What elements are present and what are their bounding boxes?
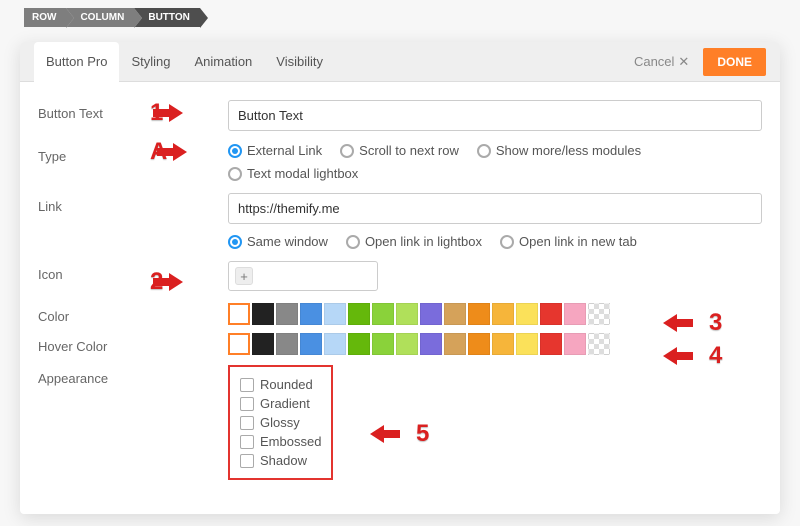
plus-icon: +	[235, 267, 253, 285]
tab-styling[interactable]: Styling	[119, 42, 182, 82]
color-swatch[interactable]	[300, 333, 322, 355]
done-button[interactable]: DONE	[703, 48, 766, 76]
color-swatch[interactable]	[228, 333, 250, 355]
check-label: Embossed	[260, 434, 321, 449]
color-swatch[interactable]	[468, 303, 490, 325]
check-glossy[interactable]: Glossy	[240, 413, 321, 432]
radio-icon	[228, 167, 242, 181]
crumb-row[interactable]: ROW	[24, 8, 66, 27]
radio-external-link[interactable]: External Link	[228, 143, 322, 158]
color-swatch[interactable]	[468, 333, 490, 355]
radio-label: Open link in new tab	[519, 234, 637, 249]
crumb-column[interactable]: COLUMN	[66, 8, 134, 27]
color-swatches	[228, 303, 762, 325]
color-swatch[interactable]	[252, 303, 274, 325]
hover-color-swatches	[228, 333, 762, 355]
panel-body: Button Text Type External Link Scroll to…	[20, 82, 780, 496]
radio-label: Text modal lightbox	[247, 166, 358, 181]
radio-lightbox[interactable]: Open link in lightbox	[346, 234, 482, 249]
label-appearance: Appearance	[38, 365, 228, 386]
radio-label: Show more/less modules	[496, 143, 641, 158]
color-swatch[interactable]	[444, 333, 466, 355]
close-icon: ✕	[678, 54, 689, 70]
check-label: Shadow	[260, 453, 307, 468]
color-swatch[interactable]	[324, 333, 346, 355]
radio-label: External Link	[247, 143, 322, 158]
radio-show-more[interactable]: Show more/less modules	[477, 143, 641, 158]
check-label: Glossy	[260, 415, 300, 430]
label-color: Color	[38, 303, 228, 324]
tab-animation[interactable]: Animation	[182, 42, 264, 82]
check-shadow[interactable]: Shadow	[240, 451, 321, 470]
color-swatch[interactable]	[276, 333, 298, 355]
check-embossed[interactable]: Embossed	[240, 432, 321, 451]
icon-picker[interactable]: +	[228, 261, 378, 291]
label-type: Type	[38, 143, 228, 164]
color-swatch[interactable]	[252, 333, 274, 355]
color-swatch[interactable]	[300, 303, 322, 325]
color-swatch[interactable]	[420, 333, 442, 355]
color-swatch[interactable]	[588, 333, 610, 355]
radio-icon	[340, 144, 354, 158]
color-swatch[interactable]	[348, 333, 370, 355]
tabs: Button Pro Styling Animation Visibility …	[20, 42, 780, 82]
color-swatch[interactable]	[396, 333, 418, 355]
cancel-label: Cancel	[634, 54, 674, 69]
check-rounded[interactable]: Rounded	[240, 375, 321, 394]
label-icon: Icon	[38, 261, 228, 282]
color-swatch[interactable]	[348, 303, 370, 325]
color-swatch[interactable]	[540, 333, 562, 355]
checkbox-icon	[240, 397, 254, 411]
appearance-group: Rounded Gradient Glossy Embossed Shadow	[228, 365, 333, 480]
checkbox-icon	[240, 416, 254, 430]
color-swatch[interactable]	[228, 303, 250, 325]
color-swatch[interactable]	[276, 303, 298, 325]
color-swatch[interactable]	[396, 303, 418, 325]
color-swatch[interactable]	[372, 333, 394, 355]
cancel-button[interactable]: Cancel ✕	[634, 54, 689, 70]
color-swatch[interactable]	[492, 333, 514, 355]
color-swatch[interactable]	[444, 303, 466, 325]
check-gradient[interactable]: Gradient	[240, 394, 321, 413]
color-swatch[interactable]	[516, 333, 538, 355]
label-button-text: Button Text	[38, 100, 228, 121]
check-label: Rounded	[260, 377, 313, 392]
tab-button-pro[interactable]: Button Pro	[34, 42, 119, 82]
crumb-button[interactable]: BUTTON	[134, 8, 199, 27]
radio-icon	[228, 235, 242, 249]
radio-text-modal[interactable]: Text modal lightbox	[228, 166, 358, 181]
color-swatch[interactable]	[492, 303, 514, 325]
color-swatch[interactable]	[540, 303, 562, 325]
color-swatch[interactable]	[564, 333, 586, 355]
radio-icon	[346, 235, 360, 249]
radio-label: Same window	[247, 234, 328, 249]
breadcrumb: ROW COLUMN BUTTON	[24, 8, 200, 27]
color-swatch[interactable]	[372, 303, 394, 325]
check-label: Gradient	[260, 396, 310, 411]
radio-label: Scroll to next row	[359, 143, 459, 158]
label-hover-color: Hover Color	[38, 333, 228, 354]
link-input[interactable]	[228, 193, 762, 224]
radio-new-tab[interactable]: Open link in new tab	[500, 234, 637, 249]
color-swatch[interactable]	[564, 303, 586, 325]
color-swatch[interactable]	[588, 303, 610, 325]
radio-icon	[477, 144, 491, 158]
label-link: Link	[38, 193, 228, 214]
color-swatch[interactable]	[516, 303, 538, 325]
checkbox-icon	[240, 454, 254, 468]
checkbox-icon	[240, 435, 254, 449]
radio-label: Open link in lightbox	[365, 234, 482, 249]
radio-scroll-next[interactable]: Scroll to next row	[340, 143, 459, 158]
button-text-input[interactable]	[228, 100, 762, 131]
tab-visibility[interactable]: Visibility	[264, 42, 335, 82]
color-swatch[interactable]	[420, 303, 442, 325]
color-swatch[interactable]	[324, 303, 346, 325]
module-dialog: Button Pro Styling Animation Visibility …	[20, 42, 780, 514]
radio-icon	[500, 235, 514, 249]
checkbox-icon	[240, 378, 254, 392]
radio-icon	[228, 144, 242, 158]
radio-same-window[interactable]: Same window	[228, 234, 328, 249]
